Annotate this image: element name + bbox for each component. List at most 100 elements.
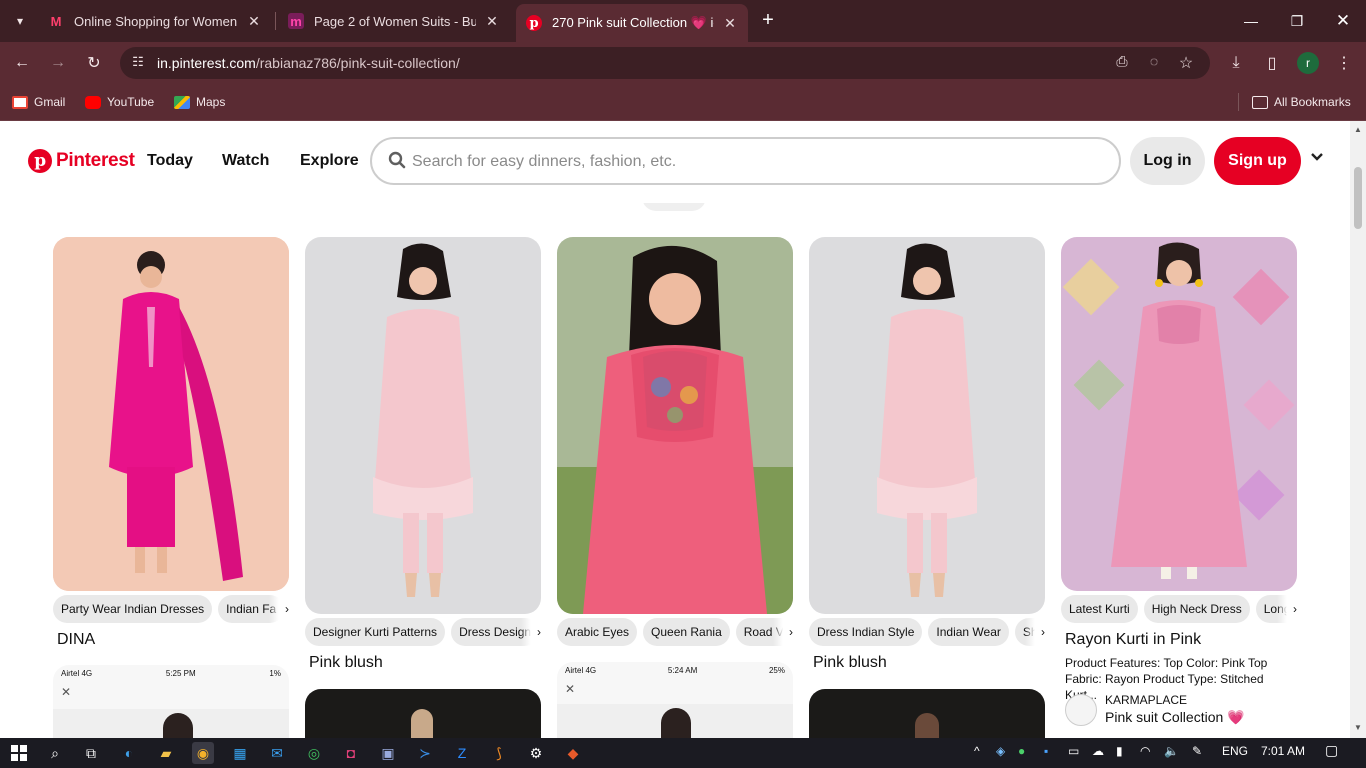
profile-avatar[interactable]: r	[1297, 52, 1319, 74]
pin-image[interactable]: Airtel 4G 5:24 AM 25% ✕	[557, 662, 793, 738]
tag-chip[interactable]: Queen Rania	[643, 618, 730, 646]
defender-icon[interactable]: ◈	[996, 744, 1005, 758]
tag-chip[interactable]: Latest Kurti	[1061, 595, 1138, 623]
pen-icon[interactable]: ✎	[1192, 744, 1202, 758]
restore-icon[interactable]: ❐	[1274, 0, 1320, 42]
close-window-icon[interactable]: ✕	[1320, 0, 1366, 42]
pin-author[interactable]: KARMAPLACE Pink suit Collection 💗	[1065, 693, 1245, 726]
chrome-icon[interactable]: ◉	[192, 742, 214, 764]
notifications-icon[interactable]: ▢	[1325, 742, 1338, 759]
new-tab-icon[interactable]: +	[757, 8, 779, 32]
store-icon[interactable]: ▦	[229, 742, 251, 764]
tab-pinterest-active[interactable]: p 270 Pink suit Collection 💗 idea ✕	[516, 4, 748, 42]
url-text[interactable]: in.pinterest.com/rabianaz786/pink-suit-c…	[157, 55, 460, 71]
chevron-right-icon[interactable]: ›	[269, 595, 289, 623]
signup-button[interactable]: Sign up	[1214, 137, 1301, 185]
whatsapp-icon[interactable]: ◎	[303, 742, 325, 764]
file-explorer-icon[interactable]: ▰	[155, 742, 177, 764]
tab-meesho[interactable]: m Page 2 of Women Suits - Buy W ✕	[278, 6, 510, 36]
pin-title[interactable]: Pink blush	[309, 654, 383, 672]
nav-watch[interactable]: Watch	[222, 152, 269, 170]
volume-icon[interactable]: 🔈	[1164, 744, 1179, 758]
bookmark-maps[interactable]: Maps	[174, 93, 225, 111]
tab-myntra[interactable]: M Online Shopping for Women, M ✕	[38, 6, 272, 36]
bookmark-star-icon[interactable]: ☆	[1175, 53, 1197, 73]
pin-image[interactable]	[809, 689, 1045, 738]
chevron-right-icon[interactable]: ›	[521, 618, 541, 646]
menu-kebab-icon[interactable]: ⋮	[1330, 50, 1358, 76]
minimize-icon[interactable]: —	[1228, 0, 1274, 42]
xampp-icon[interactable]: ⟆	[488, 742, 510, 764]
pin-title[interactable]: Rayon Kurti in Pink	[1065, 631, 1201, 649]
page-scrollbar[interactable]: ▲ ▼	[1350, 121, 1366, 738]
pin-image[interactable]	[557, 237, 793, 614]
onedrive-icon[interactable]: ☁	[1092, 744, 1104, 758]
pin-image[interactable]	[305, 689, 541, 738]
tag-chip[interactable]: Indian Wear	[928, 618, 1009, 646]
site-info-icon[interactable]: ☷	[129, 54, 147, 72]
display-icon[interactable]: ▭	[1068, 744, 1079, 758]
close-tab-icon[interactable]: ✕	[722, 15, 738, 32]
tag-chip[interactable]: Arabic Eyes	[557, 618, 638, 646]
all-bookmarks[interactable]: All Bookmarks	[1252, 93, 1351, 111]
app-tray-icon[interactable]: ▪	[1044, 744, 1048, 758]
tag-chip[interactable]: High Neck Dress	[1143, 595, 1250, 623]
close-tab-icon[interactable]: ✕	[246, 13, 262, 30]
pin-image[interactable]: Airtel 4G 5:25 PM 1% ✕	[53, 665, 289, 738]
install-app-icon[interactable]: ⎙	[1111, 53, 1133, 73]
side-panel-icon[interactable]: ▯	[1258, 50, 1286, 76]
scroll-down-icon[interactable]: ▼	[1354, 723, 1362, 732]
language-indicator[interactable]: ENG	[1222, 744, 1248, 758]
bookmark-youtube[interactable]: YouTube	[85, 93, 154, 111]
chevron-down-icon[interactable]	[1310, 149, 1324, 165]
battery-icon[interactable]: ▮	[1116, 744, 1123, 758]
vscode-icon[interactable]: ≻	[414, 742, 436, 764]
phone-status-bar: Airtel 4G 5:25 PM 1%	[53, 665, 289, 683]
zoom-icon[interactable]: Z	[451, 742, 473, 764]
pin-image[interactable]	[305, 237, 541, 614]
search-icon[interactable]: ⌕	[44, 742, 66, 764]
pin-image[interactable]	[1061, 237, 1297, 591]
windows-start-icon[interactable]	[8, 742, 30, 764]
chevron-right-icon[interactable]: ›	[1025, 618, 1045, 646]
bookmark-gmail[interactable]: Gmail	[12, 93, 65, 111]
clock[interactable]: 7:01 AM	[1261, 744, 1305, 758]
task-view-icon[interactable]: ⧉	[80, 742, 102, 764]
edge-icon[interactable]: ◐	[118, 742, 140, 764]
mail-icon[interactable]: ✉	[266, 742, 288, 764]
chevron-right-icon[interactable]: ›	[1277, 595, 1297, 623]
nav-today[interactable]: Today	[147, 152, 193, 170]
tab-search-chevron-icon[interactable]: ▾	[7, 8, 33, 34]
scrollbar-thumb[interactable]	[1354, 167, 1362, 229]
app-icon[interactable]: ◆	[562, 742, 584, 764]
reload-icon[interactable]: ↻	[80, 50, 108, 76]
chevron-up-icon[interactable]: ^	[974, 744, 980, 758]
pin-image[interactable]	[53, 237, 289, 591]
url-host: in.pinterest.com	[157, 55, 256, 71]
settings-gear-icon[interactable]: ⚙	[525, 742, 547, 764]
pin-tags: Party Wear Indian Dresses Indian Fa ›	[53, 595, 289, 623]
wifi-icon[interactable]: ◠	[1140, 744, 1150, 758]
login-button[interactable]: Log in	[1130, 137, 1205, 185]
tag-chip[interactable]: Party Wear Indian Dresses	[53, 595, 213, 623]
bookmark-label: Gmail	[34, 95, 66, 109]
pin-image[interactable]	[809, 237, 1045, 614]
scroll-up-icon[interactable]: ▲	[1354, 125, 1362, 134]
address-bar[interactable]: ☷ in.pinterest.com/rabianaz786/pink-suit…	[120, 47, 1210, 79]
check-icon[interactable]: ●	[1018, 744, 1025, 758]
pin-title[interactable]: DINA	[57, 631, 95, 649]
back-icon[interactable]: ←	[8, 50, 36, 76]
download-icon[interactable]: ⤓	[1222, 50, 1250, 76]
chevron-right-icon[interactable]: ›	[773, 618, 793, 646]
pinterest-logo[interactable]: p Pinterest	[28, 149, 135, 173]
close-tab-icon[interactable]: ✕	[484, 13, 500, 30]
pin-title[interactable]: Pink blush	[813, 654, 887, 672]
forward-icon[interactable]: →	[44, 50, 72, 76]
nav-explore[interactable]: Explore	[300, 152, 359, 170]
search-input[interactable]: Search for easy dinners, fashion, etc.	[370, 137, 1121, 185]
paint-icon[interactable]: ▣	[377, 742, 399, 764]
tag-chip[interactable]: Designer Kurti Patterns	[305, 618, 446, 646]
tag-chip[interactable]: Dress Indian Style	[809, 618, 923, 646]
tracking-protection-icon[interactable]: ◌	[1143, 53, 1165, 73]
instagram-icon[interactable]: ◘	[340, 742, 362, 764]
